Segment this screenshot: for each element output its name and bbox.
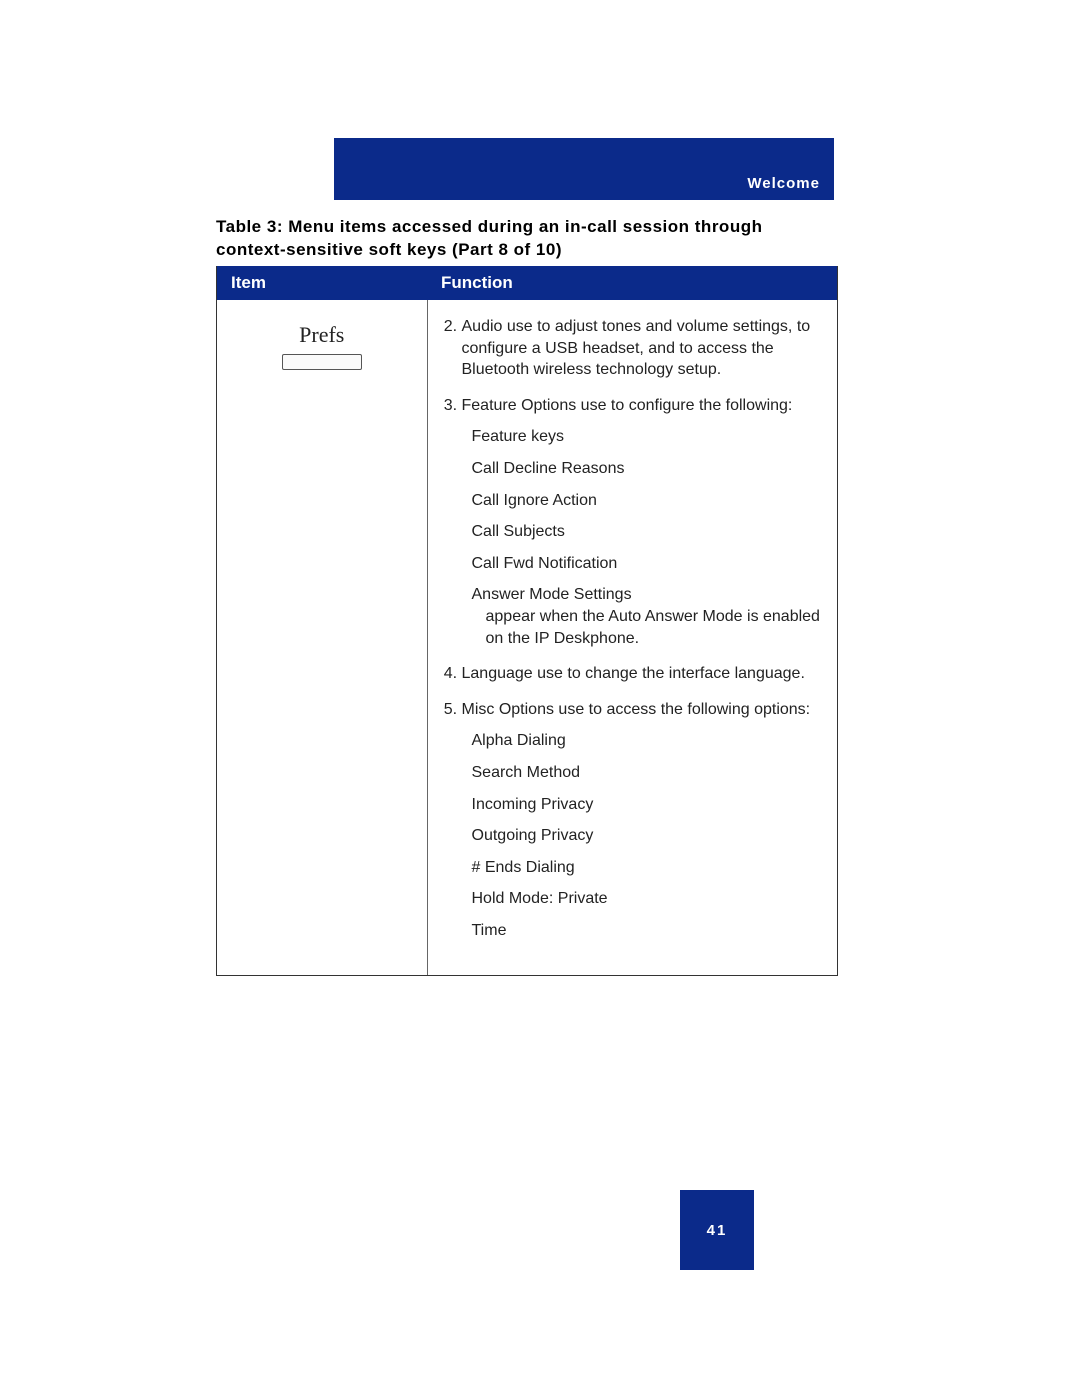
- function-sub-item: Call Fwd Notification: [472, 553, 828, 575]
- function-sub-item: Answer Mode Settings appear when the Auto…: [472, 584, 828, 649]
- page-number-block: 41: [680, 1190, 754, 1270]
- header-band: Welcome: [334, 138, 834, 200]
- table-3: Item Function Prefs Audio use to adjust …: [216, 266, 838, 976]
- function-sub-item-text: Answer Mode Settings: [472, 586, 632, 603]
- item-label-prefs: Prefs: [227, 322, 417, 348]
- function-sub-list: Feature keys Call Decline Reasons Call Ign…: [462, 426, 828, 649]
- function-sub-item: # Ends Dialing: [472, 857, 828, 879]
- function-sub-item: Call Decline Reasons: [472, 458, 828, 480]
- table-row: Prefs Audio use to adjust tones and volu…: [217, 300, 837, 975]
- function-sub-item: Search Method: [472, 762, 828, 784]
- function-sub-item: Incoming Privacy: [472, 794, 828, 816]
- cell-item: Prefs: [217, 300, 427, 975]
- function-item-text: Audio use to adjust tones and volume set…: [462, 318, 811, 378]
- function-sub-item: Call Ignore Action: [472, 490, 828, 512]
- function-sub-item: Time: [472, 920, 828, 942]
- function-sub-list: Alpha Dialing Search Method Incoming Priva…: [462, 730, 828, 941]
- function-item: Misc Options use to access the following…: [462, 699, 828, 942]
- function-item-text: Feature Options use to configure the fol…: [462, 397, 793, 414]
- table-caption: Table 3: Menu items accessed during an i…: [216, 216, 776, 262]
- function-item: Feature Options use to configure the fol…: [462, 395, 828, 649]
- function-list: Audio use to adjust tones and volume set…: [438, 316, 828, 941]
- section-label: Welcome: [747, 175, 820, 192]
- function-item-text: Language use to change the interface lan…: [462, 665, 805, 682]
- page-number: 41: [707, 1222, 728, 1239]
- function-item: Audio use to adjust tones and volume set…: [462, 316, 828, 381]
- table-header-item: Item: [217, 266, 427, 300]
- table-header-function: Function: [427, 266, 837, 300]
- function-sub-item: Hold Mode: Private: [472, 888, 828, 910]
- function-sub-item: Alpha Dialing: [472, 730, 828, 752]
- function-item-text: Misc Options use to access the following…: [462, 701, 811, 718]
- function-sub-item-cont: appear when the Auto Answer Mode is enab…: [472, 606, 828, 649]
- function-item: Language use to change the interface lan…: [462, 663, 828, 685]
- function-sub-item: Outgoing Privacy: [472, 825, 828, 847]
- cell-function: Audio use to adjust tones and volume set…: [427, 300, 837, 975]
- function-sub-item: Call Subjects: [472, 521, 828, 543]
- function-sub-item: Feature keys: [472, 426, 828, 448]
- soft-key-icon: [282, 354, 362, 370]
